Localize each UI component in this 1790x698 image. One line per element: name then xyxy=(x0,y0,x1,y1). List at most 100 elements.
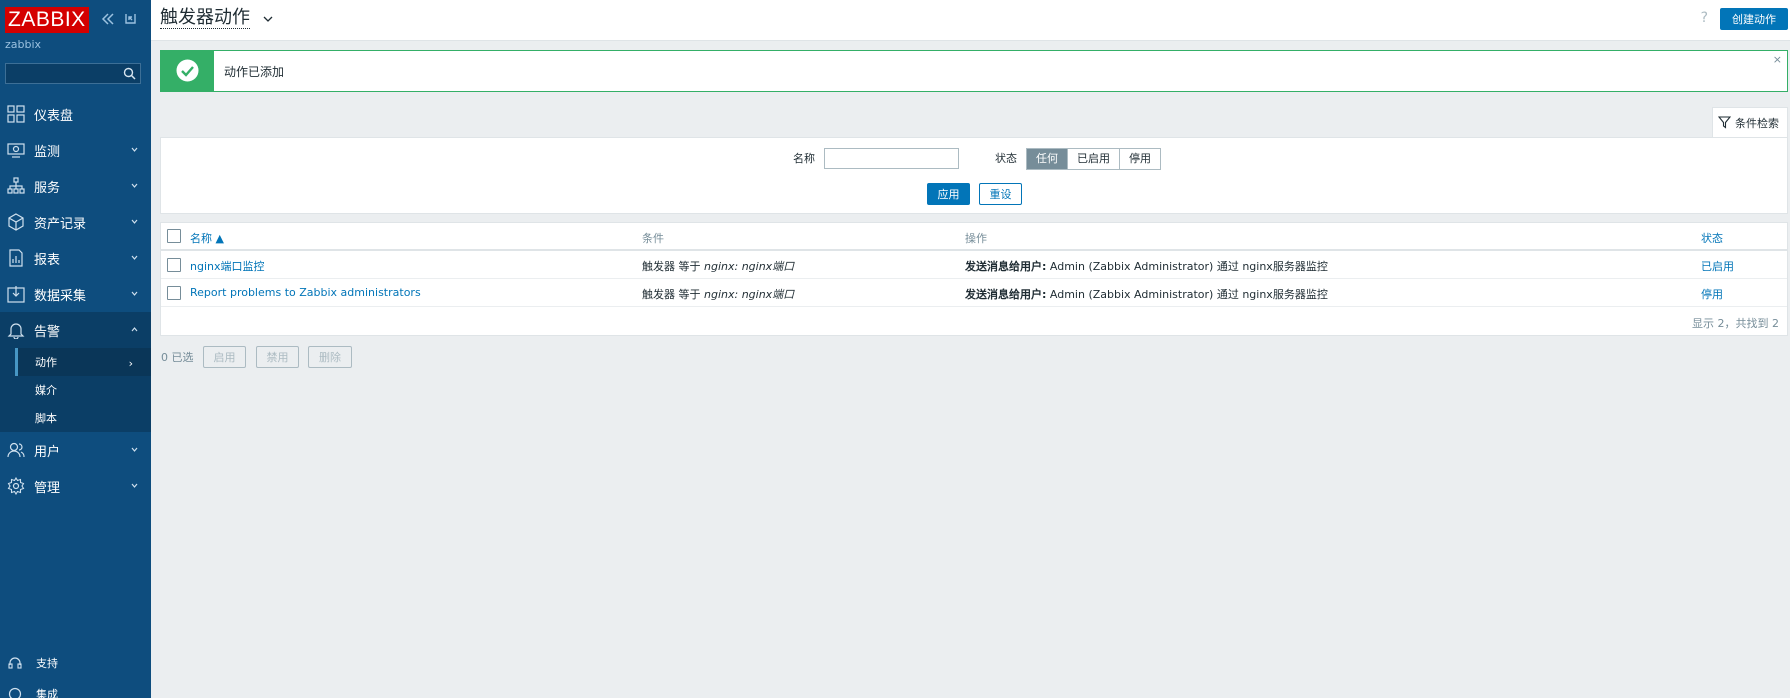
operation-detail: Admin (Zabbix Administrator) 通过 nginx服务器… xyxy=(1046,260,1328,273)
subnav-media[interactable]: 媒介 xyxy=(15,376,151,404)
nav-services[interactable]: 服务 xyxy=(0,168,151,204)
close-icon[interactable]: × xyxy=(1773,53,1782,66)
users-icon xyxy=(7,442,25,458)
monitoring-icon xyxy=(7,143,25,158)
column-header-conditions: 条件 xyxy=(642,232,664,245)
table-header: 名称 ▲ 条件 操作 状态 xyxy=(161,223,1787,251)
nav-label: 资产记录 xyxy=(34,216,87,232)
nav-support[interactable]: 支持 xyxy=(0,651,151,675)
filter-status-label: 状态 xyxy=(995,152,1017,165)
row-checkbox[interactable] xyxy=(167,286,181,300)
status-toggle-link[interactable]: 已启用 xyxy=(1701,258,1734,274)
nav-dashboard[interactable]: 仪表盘 xyxy=(0,96,151,132)
apply-button[interactable]: 应用 xyxy=(927,183,970,205)
sidebar-search-input[interactable] xyxy=(5,63,141,84)
filter-panel: 名称 状态 任何 已启用 停用 应用 重设 xyxy=(160,137,1788,214)
data-collection-icon xyxy=(7,286,25,303)
operation-label: 发送消息给用户: xyxy=(965,288,1047,301)
integrations-icon xyxy=(8,687,22,698)
nav-label: 告警 xyxy=(34,324,61,340)
search-icon[interactable] xyxy=(123,67,136,80)
kiosk-mode-icon[interactable] xyxy=(123,11,138,26)
nav-label: 服务 xyxy=(34,180,61,196)
column-header-name[interactable]: 名称 ▲ xyxy=(190,230,224,246)
nav-administration[interactable]: 管理 xyxy=(0,468,151,504)
nav-data-collection[interactable]: 数据采集 xyxy=(0,276,151,312)
action-condition: 触发器 等于 nginx: nginx端口 xyxy=(642,258,794,274)
chevron-down-icon xyxy=(131,447,138,452)
table-row: nginx端口监控 触发器 等于 nginx: nginx端口 发送消息给用户:… xyxy=(161,251,1787,279)
row-checkbox[interactable] xyxy=(167,258,181,272)
page-header: 触发器动作 ? 创建动作 xyxy=(151,0,1790,41)
subnav-label: 媒介 xyxy=(35,384,57,397)
operation-label: 发送消息给用户: xyxy=(965,260,1047,273)
status-segmented-control: 任何 已启用 停用 xyxy=(1026,148,1161,170)
nav-label: 管理 xyxy=(34,480,61,496)
chevron-down-icon xyxy=(131,183,138,188)
table-pager-info: 显示 2，共找到 2 xyxy=(1692,317,1779,330)
inventory-icon xyxy=(8,213,24,231)
nav-alerts[interactable]: 告警 xyxy=(0,312,151,348)
message-icon-area xyxy=(161,51,214,91)
zabbix-logo[interactable]: ZABBIX xyxy=(5,7,89,33)
dashboard-icon xyxy=(7,105,25,123)
filter-name-input[interactable] xyxy=(824,148,959,169)
subnav-scripts[interactable]: 脚本 xyxy=(15,404,151,432)
chevron-down-icon xyxy=(131,255,138,260)
sidebar: ZABBIX zabbix 仪表盘 监测 服务 资产记录 报表 数据采集 告警 … xyxy=(0,0,151,698)
condition-prefix: 触发器 等于 xyxy=(642,288,704,301)
table-row: Report problems to Zabbix administrators… xyxy=(161,279,1787,307)
services-icon xyxy=(7,177,25,194)
nav-reports[interactable]: 报表 xyxy=(0,240,151,276)
nav-inventory[interactable]: 资产记录 xyxy=(0,204,151,240)
headset-icon xyxy=(8,657,22,669)
mass-delete-button[interactable]: 删除 xyxy=(308,346,352,368)
column-header-status[interactable]: 状态 xyxy=(1701,230,1723,246)
server-name: zabbix xyxy=(5,38,42,51)
page-title[interactable]: 触发器动作 xyxy=(160,8,250,29)
chevron-down-icon[interactable] xyxy=(263,15,273,23)
help-button[interactable]: ? xyxy=(1701,10,1708,26)
filter-icon xyxy=(1718,116,1731,129)
message-text: 动作已添加 xyxy=(224,65,285,79)
success-message: 动作已添加 × xyxy=(160,50,1788,92)
condition-value: nginx: nginx端口 xyxy=(704,260,795,273)
select-all-checkbox[interactable] xyxy=(167,229,181,243)
action-operation: 发送消息给用户: Admin (Zabbix Administrator) 通过… xyxy=(965,286,1328,302)
chevron-down-icon xyxy=(131,291,138,296)
chevron-down-icon xyxy=(131,219,138,224)
mass-enable-button[interactable]: 启用 xyxy=(203,346,246,368)
collapse-sidebar-icon[interactable] xyxy=(100,11,116,27)
action-name-link[interactable]: nginx端口监控 xyxy=(190,258,265,274)
create-action-button[interactable]: 创建动作 xyxy=(1720,8,1788,30)
action-name-link[interactable]: Report problems to Zabbix administrators xyxy=(190,286,421,299)
column-header-operations: 操作 xyxy=(965,232,987,245)
nav-users[interactable]: 用户 xyxy=(0,432,151,468)
mass-disable-button[interactable]: 禁用 xyxy=(256,346,299,368)
condition-value: nginx: nginx端口 xyxy=(704,288,795,301)
filter-tab[interactable]: 条件检索 xyxy=(1712,107,1788,138)
nav-monitoring[interactable]: 监测 xyxy=(0,132,151,168)
chevron-down-icon xyxy=(131,483,138,488)
nav-label: 数据采集 xyxy=(34,288,87,304)
subnav-label: 动作 xyxy=(35,356,57,369)
subnav-label: 脚本 xyxy=(35,412,57,425)
filter-name-label: 名称 xyxy=(793,152,815,165)
subnav-actions[interactable]: 动作 › xyxy=(15,348,151,376)
integrations-label: 集成 xyxy=(36,688,58,698)
status-enabled-option[interactable]: 已启用 xyxy=(1068,149,1120,169)
reset-button[interactable]: 重设 xyxy=(979,183,1022,205)
nav-label: 报表 xyxy=(34,252,61,268)
status-toggle-link[interactable]: 停用 xyxy=(1701,286,1723,302)
status-disabled-option[interactable]: 停用 xyxy=(1120,149,1160,169)
chevron-right-icon: › xyxy=(128,357,133,370)
nav-integrations[interactable]: 集成 xyxy=(0,684,151,698)
nav-label: 用户 xyxy=(34,444,61,460)
reports-icon xyxy=(9,249,23,267)
check-circle-icon xyxy=(176,59,199,82)
alerts-subnav: 动作 › 媒介 脚本 xyxy=(0,348,151,432)
alerts-icon xyxy=(7,323,25,339)
actions-table: 名称 ▲ 条件 操作 状态 nginx端口监控 触发器 等于 nginx: ng… xyxy=(160,222,1788,336)
status-any-option[interactable]: 任何 xyxy=(1027,149,1068,169)
action-operation: 发送消息给用户: Admin (Zabbix Administrator) 通过… xyxy=(965,258,1328,274)
